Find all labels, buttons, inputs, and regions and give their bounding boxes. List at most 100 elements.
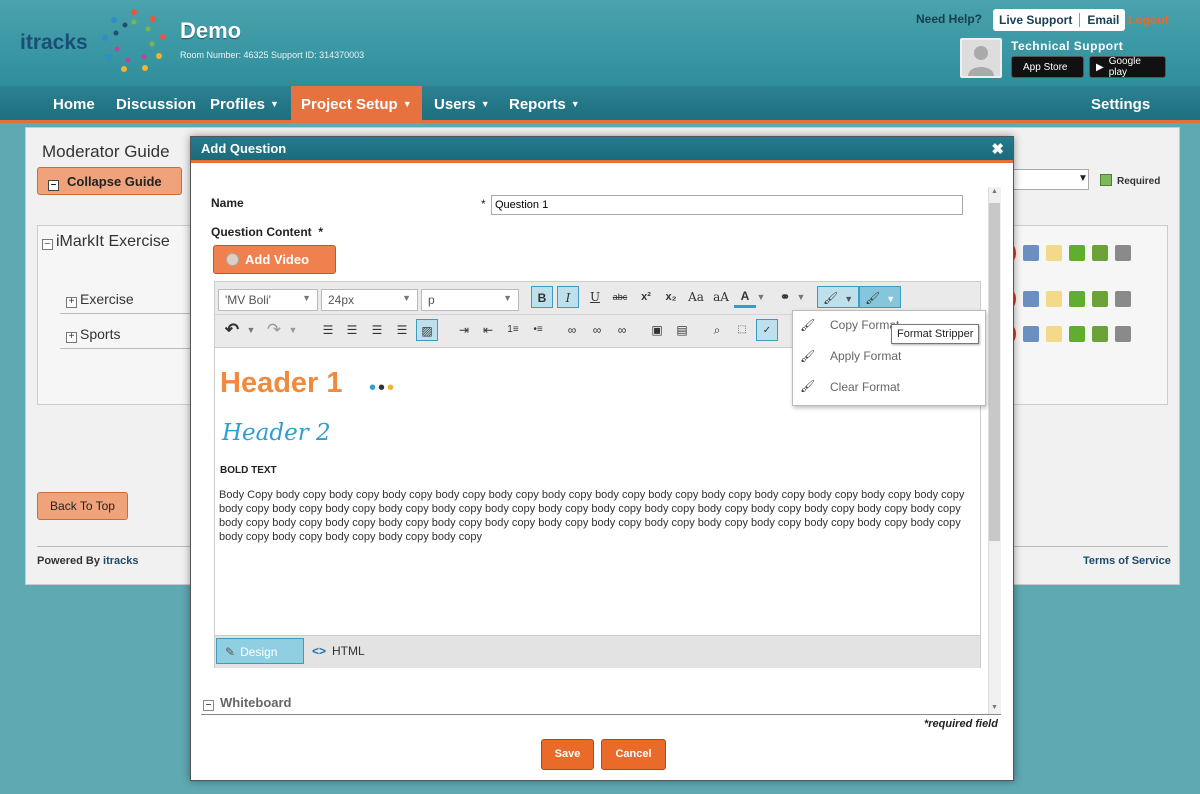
font-color-icon[interactable]: A bbox=[734, 286, 756, 308]
edit-icon[interactable] bbox=[1046, 291, 1062, 307]
need-help-label: Need Help? bbox=[916, 12, 983, 26]
nav-label: Settings bbox=[1091, 96, 1151, 113]
font-family-select[interactable]: 'MV Boli' ▼ bbox=[218, 289, 318, 311]
name-input[interactable] bbox=[491, 195, 963, 215]
scroll-down-icon[interactable]: ▼ bbox=[991, 704, 998, 711]
nav-settings[interactable]: Settings bbox=[1083, 86, 1158, 123]
strikethrough-icon[interactable]: abc bbox=[609, 286, 631, 308]
required-checkbox[interactable]: Required bbox=[1100, 174, 1160, 187]
bold-icon[interactable]: B bbox=[531, 286, 553, 308]
move-icon[interactable] bbox=[1092, 326, 1108, 342]
outdent-icon[interactable]: ⇤ bbox=[477, 319, 499, 341]
logout-link[interactable]: Logout bbox=[1128, 13, 1169, 27]
move-icon[interactable] bbox=[1092, 291, 1108, 307]
trash-icon[interactable] bbox=[1115, 245, 1131, 261]
superscript-icon[interactable]: x² bbox=[635, 286, 657, 308]
image-icon[interactable] bbox=[1023, 291, 1039, 307]
link-icon[interactable]: ⚭ bbox=[774, 286, 796, 308]
app-store-badge[interactable]: App Store bbox=[1011, 56, 1084, 78]
tab-design[interactable]: ✎ Design bbox=[216, 638, 304, 664]
add-icon[interactable] bbox=[1069, 245, 1085, 261]
google-play-badge[interactable]: ▶ Google play bbox=[1089, 56, 1166, 78]
nav-reports[interactable]: Reports ▼ bbox=[501, 86, 588, 123]
brush-icon: 🖌 bbox=[865, 291, 881, 305]
scroll-up-icon[interactable]: ▲ bbox=[991, 188, 998, 195]
save-button[interactable]: Save bbox=[541, 739, 594, 770]
image-icon[interactable] bbox=[1023, 245, 1039, 261]
tab-html[interactable]: <> HTML bbox=[312, 644, 365, 658]
nav-home[interactable]: Home bbox=[45, 86, 103, 123]
format-painter-button[interactable]: 🖌 ▼ bbox=[817, 286, 859, 308]
image-properties-icon[interactable]: ▤ bbox=[671, 319, 693, 341]
scrollbar-thumb[interactable] bbox=[989, 203, 1000, 541]
cancel-button[interactable]: Cancel bbox=[601, 739, 666, 770]
powered-by: Powered By itracks bbox=[37, 555, 139, 567]
italic-icon[interactable]: I bbox=[557, 286, 579, 308]
align-none-icon[interactable]: ▨ bbox=[416, 319, 438, 341]
collapse-guide-button[interactable]: – Collapse Guide bbox=[37, 167, 182, 195]
itracks-logo[interactable]: itracks bbox=[20, 31, 88, 55]
edit-icon[interactable] bbox=[1046, 326, 1062, 342]
underline-icon[interactable]: U bbox=[584, 286, 606, 308]
email-link[interactable]: Email bbox=[1087, 13, 1119, 27]
unlink-icon[interactable]: ∞ bbox=[611, 319, 633, 341]
add-icon[interactable] bbox=[1069, 326, 1085, 342]
align-right-icon[interactable]: ☰ bbox=[366, 319, 388, 341]
chevron-down-icon[interactable]: ▼ bbox=[754, 286, 768, 308]
redo-icon[interactable]: ↷ bbox=[263, 319, 285, 341]
add-icon[interactable] bbox=[1069, 291, 1085, 307]
divider bbox=[1079, 13, 1081, 27]
image-icon[interactable] bbox=[1023, 326, 1039, 342]
font-case-icon[interactable]: aA bbox=[710, 286, 732, 308]
chevron-down-icon[interactable]: ▼ bbox=[244, 319, 258, 341]
chevron-down-icon: ▼ bbox=[503, 293, 512, 303]
spell-check-icon[interactable]: ✓ bbox=[756, 319, 778, 341]
nav-users[interactable]: Users ▼ bbox=[426, 86, 498, 123]
font-size-select[interactable]: 24px ▼ bbox=[321, 289, 418, 311]
menu-item-apply-format[interactable]: Apply Format bbox=[830, 349, 901, 363]
back-to-top-button[interactable]: Back To Top bbox=[37, 492, 128, 520]
tab-label: Design bbox=[240, 645, 278, 659]
itracks-link[interactable]: itracks bbox=[103, 555, 138, 567]
tooltip: Format Stripper bbox=[891, 324, 980, 344]
tab-label: HTML bbox=[332, 644, 365, 658]
nav-label: Discussion bbox=[116, 96, 197, 113]
link-insert-icon[interactable]: ∞ bbox=[561, 319, 583, 341]
tree-item-sports[interactable]: + Sports bbox=[66, 326, 120, 343]
align-left-icon[interactable]: ☰ bbox=[317, 319, 339, 341]
subscript-icon[interactable]: x₂ bbox=[660, 286, 682, 308]
guide-select[interactable]: ▼ bbox=[1011, 169, 1089, 190]
nav-discussion[interactable]: Discussion bbox=[108, 86, 204, 123]
bullet-list-icon[interactable]: •≡ bbox=[527, 319, 549, 341]
find-icon[interactable]: ⌕ bbox=[706, 319, 728, 341]
nav-profiles[interactable]: Profiles ▼ bbox=[202, 86, 287, 123]
whiteboard-section[interactable]: – Whiteboard bbox=[203, 695, 292, 711]
chevron-down-icon[interactable]: ▼ bbox=[794, 286, 808, 308]
menu-item-copy-format[interactable]: Copy Format bbox=[830, 318, 899, 332]
change-case-icon[interactable]: Aa bbox=[685, 286, 707, 308]
live-support-link[interactable]: Live Support bbox=[999, 13, 1072, 27]
nav-project-setup[interactable]: Project Setup ▼ bbox=[291, 86, 422, 123]
terms-of-service-link[interactable]: Terms of Service bbox=[1083, 555, 1171, 567]
indent-icon[interactable]: ⇥ bbox=[453, 319, 475, 341]
numbered-list-icon[interactable]: 1≡ bbox=[502, 319, 524, 341]
align-center-icon[interactable]: ☰ bbox=[341, 319, 363, 341]
imarkit-exercise-heading[interactable]: – iMarkIt Exercise bbox=[42, 233, 170, 251]
link-edit-icon[interactable]: ∞ bbox=[586, 319, 608, 341]
menu-item-clear-format[interactable]: Clear Format bbox=[830, 380, 900, 394]
search-icon bbox=[226, 253, 239, 266]
trash-icon[interactable] bbox=[1115, 326, 1131, 342]
tree-item-exercise[interactable]: + Exercise bbox=[66, 291, 134, 308]
add-video-button[interactable]: Add Video bbox=[213, 245, 336, 274]
move-icon[interactable] bbox=[1092, 245, 1108, 261]
format-stripper-button[interactable]: 🖌 ▼ bbox=[859, 286, 901, 308]
trash-icon[interactable] bbox=[1115, 291, 1131, 307]
insert-image-icon[interactable]: ▣ bbox=[646, 319, 668, 341]
block-format-select[interactable]: p ▼ bbox=[421, 289, 519, 311]
select-all-icon[interactable]: ⬚ bbox=[731, 319, 753, 341]
close-icon[interactable]: ✖ bbox=[991, 140, 1004, 158]
chevron-down-icon[interactable]: ▼ bbox=[286, 319, 300, 341]
justify-icon[interactable]: ☰ bbox=[391, 319, 413, 341]
edit-icon[interactable] bbox=[1046, 245, 1062, 261]
undo-icon[interactable]: ↶ bbox=[221, 319, 243, 341]
